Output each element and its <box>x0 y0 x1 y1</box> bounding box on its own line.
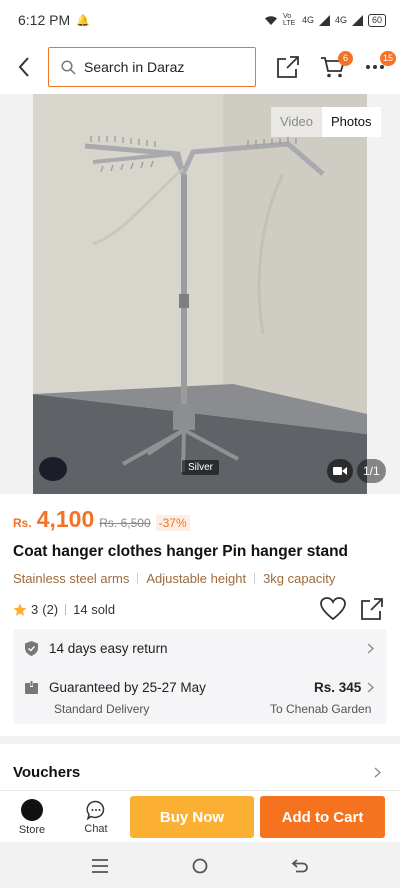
price-currency: Rs. <box>13 516 32 530</box>
home-button[interactable] <box>185 851 215 881</box>
recent-apps-button[interactable] <box>85 851 115 881</box>
star-icon <box>13 603 27 616</box>
signal-icon-2 <box>351 14 363 26</box>
product-photo <box>33 94 367 494</box>
cart-count-badge: 6 <box>338 51 353 66</box>
feature-tag: Stainless steel arms <box>13 571 130 586</box>
add-to-cart-button[interactable]: Add to Cart <box>260 796 385 838</box>
feature-tag: Adjustable height <box>146 571 247 586</box>
back-button[interactable] <box>0 40 48 94</box>
chat-label: Chat <box>84 822 108 835</box>
store-label: Store <box>18 823 46 836</box>
product-title: Coat hanger clothes hanger Pin hanger st… <box>13 543 349 560</box>
status-bar: 6:12 PM 🔔 Vo LTE 4G 4G 60 <box>0 0 400 40</box>
more-icon <box>366 65 384 69</box>
rating-count: (2) <box>42 602 59 617</box>
share-button[interactable] <box>274 40 302 94</box>
chat-icon <box>86 800 105 820</box>
status-indicators: Vo LTE 4G 4G 60 <box>264 13 386 27</box>
system-nav-bar <box>0 843 400 888</box>
status-time: 6:12 PM <box>18 12 71 28</box>
delivery-price: Rs. 345 <box>314 680 362 695</box>
store-button[interactable]: Store <box>6 791 58 843</box>
buy-now-button[interactable]: Buy Now <box>130 796 254 838</box>
back-arrow-icon <box>18 57 29 77</box>
delivery-type: Standard Delivery <box>54 702 150 716</box>
search-placeholder: Search in Daraz <box>84 59 185 75</box>
tab-video[interactable]: Video <box>271 107 323 137</box>
media-tabs: Video Photos <box>271 107 381 137</box>
product-image[interactable] <box>33 94 367 494</box>
menu-icon <box>92 859 108 873</box>
feature-divider <box>137 573 139 584</box>
variant-label: Silver <box>182 460 220 475</box>
feature-tag: 3kg capacity <box>263 571 336 586</box>
feature-divider <box>254 573 256 584</box>
wishlist-button[interactable] <box>320 597 346 623</box>
heart-icon <box>320 597 346 621</box>
service-info-box: 14 days easy return Guaranteed by 25-27 … <box>13 629 387 724</box>
price-row: Rs. 4,100 Rs. 6,500 -37% <box>13 506 190 533</box>
bottom-action-bar: Store Chat Buy Now Add to Cart <box>0 790 400 842</box>
product-page: 6:12 PM 🔔 Vo LTE 4G 4G 60 Search in Dara… <box>0 0 400 888</box>
chevron-right-icon <box>367 643 374 654</box>
delivery-text: Guaranteed by 25-27 May <box>49 680 206 695</box>
store-logo <box>21 798 43 821</box>
home-icon <box>192 858 208 874</box>
rating-divider <box>65 604 67 615</box>
signal-icon <box>318 14 330 26</box>
share-icon <box>361 598 383 620</box>
return-policy-text: 14 days easy return <box>49 641 168 656</box>
return-policy-row[interactable]: 14 days easy return <box>13 641 387 656</box>
search-icon <box>61 59 76 75</box>
share-icon <box>277 56 299 78</box>
signal-4g-2: 4G <box>334 15 347 25</box>
shield-icon <box>25 641 38 656</box>
video-button[interactable] <box>327 459 353 483</box>
top-header: Search in Daraz 6 15 <box>0 40 400 94</box>
image-page-counter: 1/1 <box>357 459 386 483</box>
search-input[interactable]: Search in Daraz <box>48 47 256 87</box>
tab-photos[interactable]: Photos <box>322 107 381 137</box>
share-product-button[interactable] <box>360 597 386 623</box>
vouchers-title: Vouchers <box>13 764 81 781</box>
signal-4g-1: 4G <box>301 15 314 25</box>
feature-tags: Stainless steel arms Adjustable height 3… <box>13 571 335 586</box>
more-button[interactable]: 15 <box>360 40 397 94</box>
original-price: Rs. 6,500 <box>99 516 151 530</box>
rating-row[interactable]: 3 (2) 14 sold <box>13 602 115 617</box>
discount-badge: -37% <box>155 515 190 531</box>
wifi-icon <box>264 15 277 25</box>
delivery-icon <box>25 681 38 694</box>
rating-value: 3 <box>31 602 39 617</box>
volte-label: Vo LTE <box>282 13 296 27</box>
delivery-detail-row: Standard Delivery To Chenab Garden <box>13 702 387 716</box>
sold-count: 14 sold <box>73 602 116 617</box>
system-back-button[interactable] <box>285 851 315 881</box>
delivery-location: To Chenab Garden <box>270 702 372 716</box>
battery-icon: 60 <box>367 13 386 27</box>
delivery-row[interactable]: Guaranteed by 25-27 May Rs. 345 <box>13 680 387 695</box>
more-count-badge: 15 <box>380 51 397 66</box>
price-value: 4,100 <box>36 506 95 532</box>
product-info: Rs. 4,100 Rs. 6,500 -37% Coat hanger clo… <box>0 494 400 736</box>
vouchers-section[interactable]: Vouchers <box>0 744 400 792</box>
notification-bell-icon: 🔔 <box>76 14 90 27</box>
video-icon <box>333 467 347 475</box>
back-icon <box>291 859 308 873</box>
chat-button[interactable]: Chat <box>70 791 122 843</box>
chevron-right-icon <box>374 767 381 778</box>
cart-button[interactable]: 6 <box>316 40 353 94</box>
chevron-right-icon <box>367 682 374 693</box>
